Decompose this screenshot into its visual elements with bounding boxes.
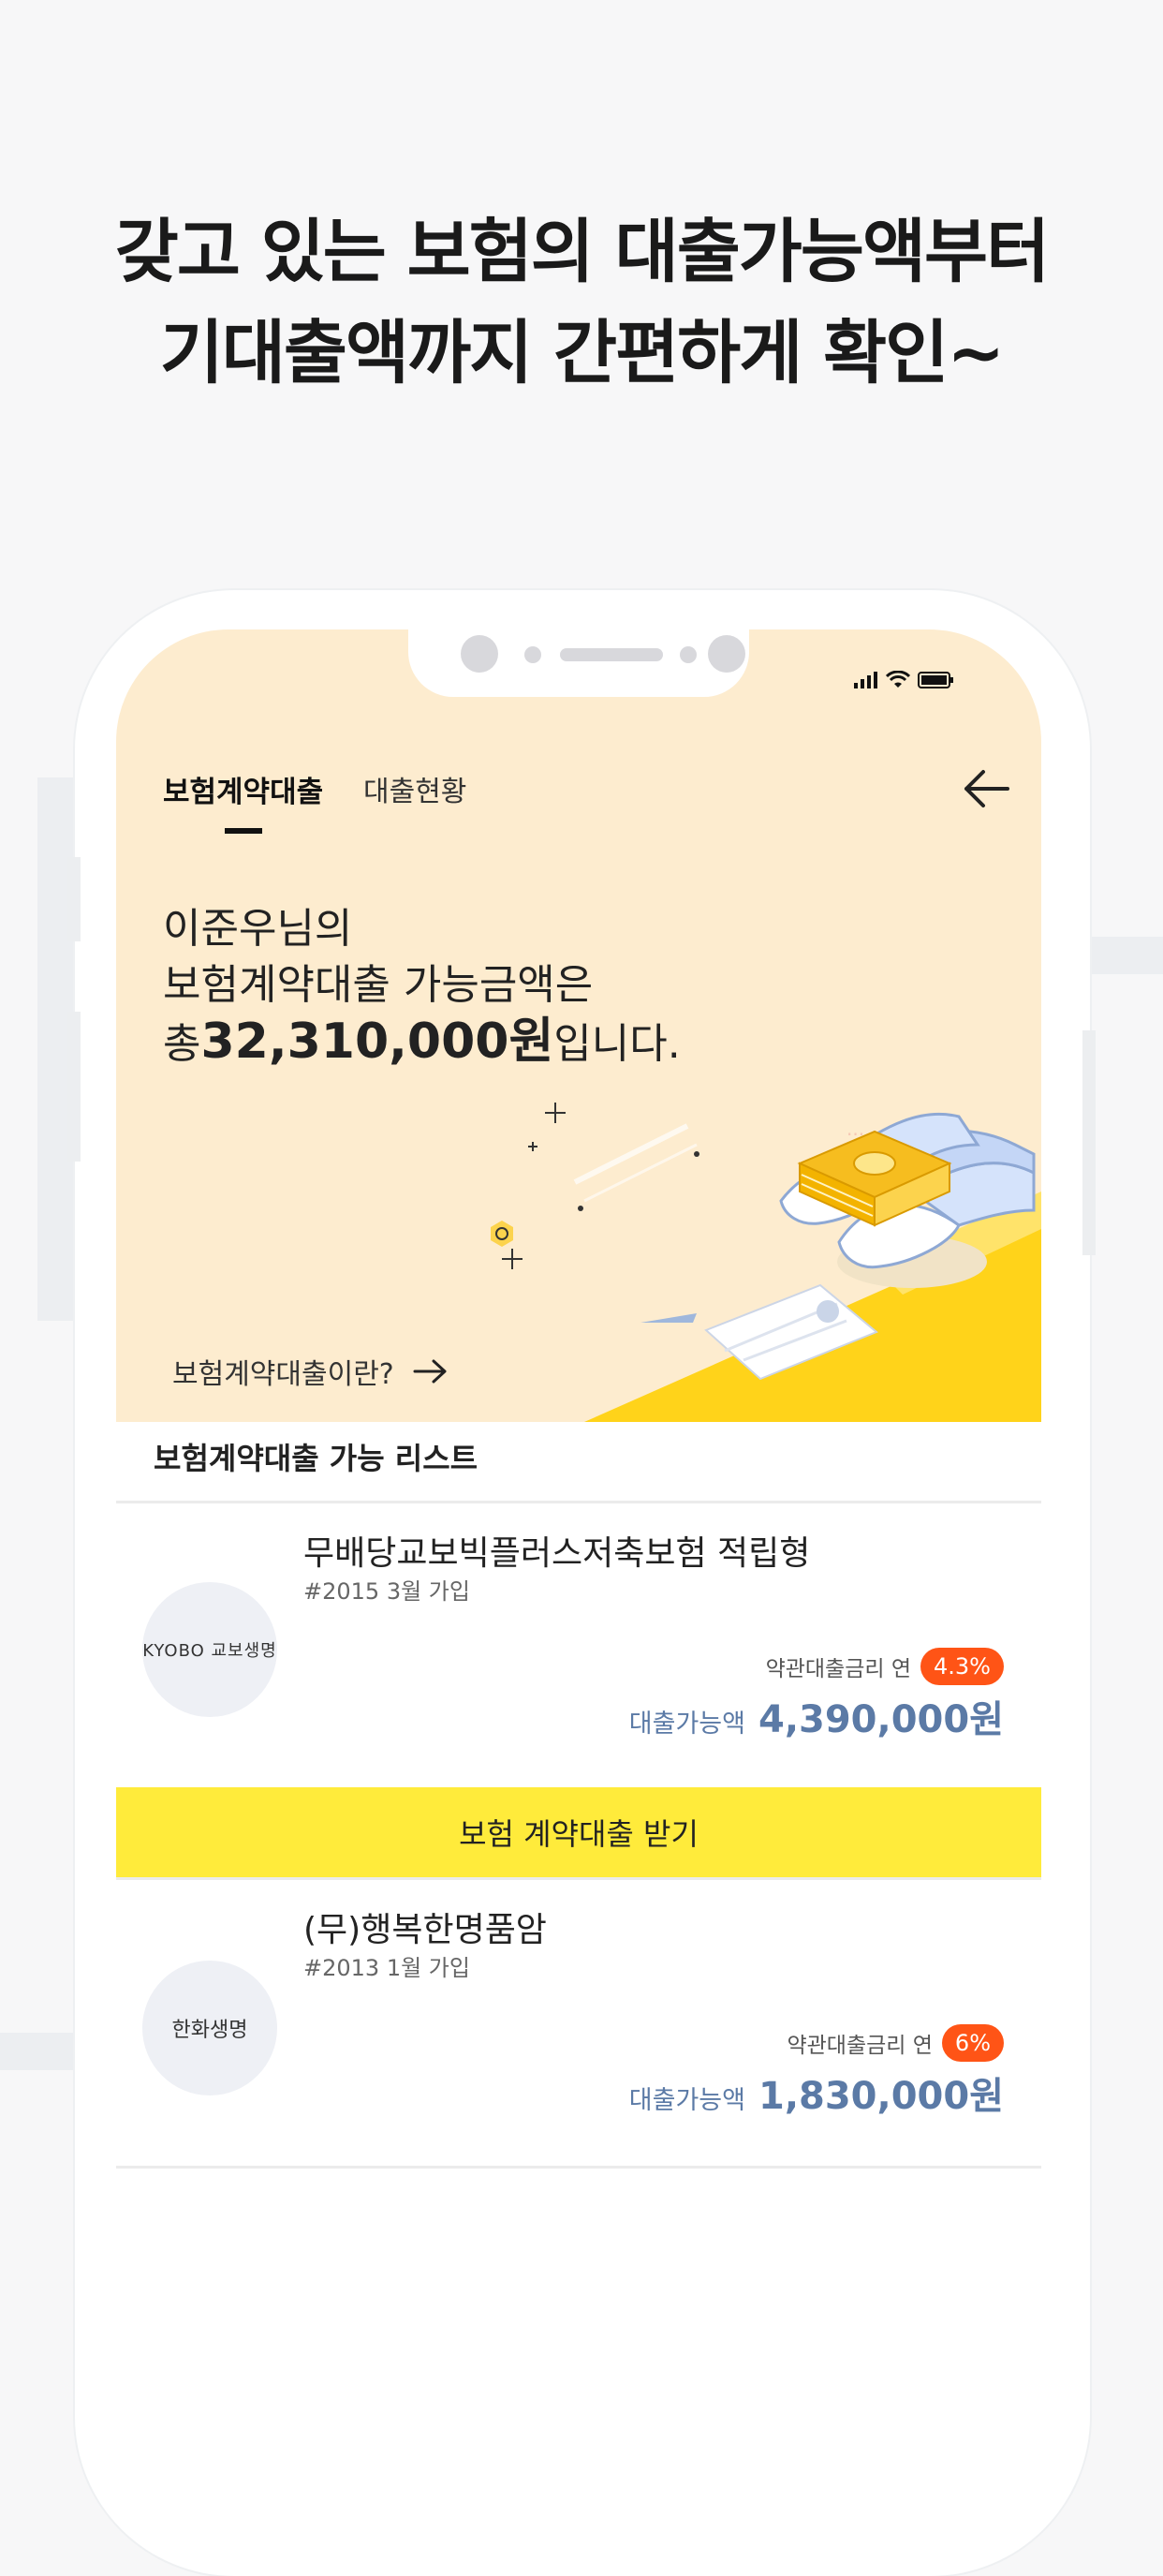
tab-loan[interactable]: 보험계약대출 <box>163 768 323 810</box>
loan-list-title: 보험계약대출 가능 리스트 <box>154 1441 478 1476</box>
join-date: #2013 1월 가입 <box>303 1955 470 1981</box>
amount-value: 1,830,000원 <box>758 2075 1004 2118</box>
hero-section: 보험계약대출 대출현황 이준우님의 보험계약대출 가능금액은 총32,310,0… <box>116 629 1041 1422</box>
status-bar <box>854 671 955 689</box>
amount-prefix: 총 <box>163 1020 201 1068</box>
what-is-loan-link[interactable]: 보험계약대출이란? <box>172 1351 449 1392</box>
rate-badge: 4.3% <box>920 1648 1004 1685</box>
right-arrow-icon <box>413 1359 447 1384</box>
camera-dot <box>708 635 745 673</box>
phone-side-button <box>67 1012 81 1162</box>
wifi-icon <box>886 671 910 688</box>
product-name: (무)행복한명품암 <box>303 1911 547 1949</box>
loan-amount: 대출가능액 4,390,000원 <box>629 1689 1004 1743</box>
company-logo-text: 한화생명 <box>171 2019 248 2042</box>
rate-badge: 6% <box>941 2024 1004 2062</box>
list-divider <box>116 2166 1041 2169</box>
policy-card[interactable]: 한화생명 (무)행복한명품암 #2013 1월 가입 약관대출금리 연 6% 대… <box>116 1880 1041 2161</box>
loan-rate: 약관대출금리 연 6% <box>787 2024 1004 2062</box>
money-hands-illustration: ··· <box>491 1103 1041 1422</box>
amount-label: 대출가능액 <box>628 1710 745 1739</box>
loan-rate: 약관대출금리 연 4.3% <box>766 1648 1004 1685</box>
tab-active-indicator <box>225 828 262 834</box>
policy-card[interactable]: KYOBO 교보생명 무배당교보빅플러스저축보험 적립형 #2015 3월 가입… <box>116 1503 1041 1784</box>
product-name: 무배당교보빅플러스저축보험 적립형 <box>303 1534 811 1573</box>
headline-line-2: 기대출액까지 간편하게 확인~ <box>159 313 1006 393</box>
camera-dot <box>461 635 498 673</box>
hero-line-1: 이준우님의 <box>163 905 353 953</box>
headline-line-1: 갖고 있는 보험의 대출가능액부터 <box>114 212 1050 292</box>
back-arrow-icon[interactable] <box>959 761 1015 817</box>
get-loan-button[interactable]: 보험 계약대출 받기 <box>116 1787 1041 1877</box>
speaker-grille <box>560 648 663 661</box>
amount-label: 대출가능액 <box>628 2086 745 2115</box>
phone-side-button <box>1082 1030 1096 1255</box>
loan-amount: 대출가능액 1,830,000원 <box>629 2065 1004 2120</box>
page-headline: 갖고 있는 보험의 대출가능액부터 기대출액까지 간편하게 확인~ <box>0 201 1163 404</box>
background-shape <box>0 2033 75 2070</box>
phone-side-button <box>67 857 81 941</box>
tab-loan-status[interactable]: 대출현황 <box>363 768 466 809</box>
battery-icon <box>918 672 953 688</box>
app-screen: 보험계약대출 대출현황 이준우님의 보험계약대출 가능금액은 총32,310,0… <box>116 629 1041 2518</box>
available-amount-text: 이준우님의 보험계약대출 가능금액은 총32,310,000원입니다. <box>163 901 681 1073</box>
amount-value: 4,390,000원 <box>758 1698 1004 1741</box>
what-is-loan-label: 보험계약대출이란? <box>172 1358 394 1391</box>
signal-icon <box>854 672 877 688</box>
sensor-dot <box>680 646 697 663</box>
company-logo-text: KYOBO 교보생명 <box>142 1641 277 1661</box>
rate-label: 약관대출금리 연 <box>787 2034 933 2058</box>
company-logo-hanwha: 한화생명 <box>142 1961 277 2095</box>
rate-label: 약관대출금리 연 <box>765 1657 912 1681</box>
hero-line-2: 보험계약대출 가능금액은 <box>163 961 594 1009</box>
phone-notch <box>408 629 749 697</box>
company-logo-kyobo: KYOBO 교보생명 <box>142 1582 277 1717</box>
join-date: #2015 3월 가입 <box>303 1578 470 1605</box>
sensor-dot <box>524 646 541 663</box>
